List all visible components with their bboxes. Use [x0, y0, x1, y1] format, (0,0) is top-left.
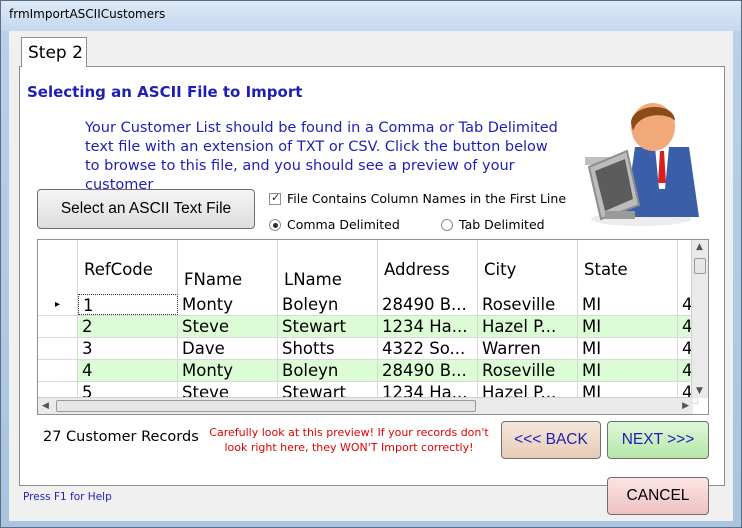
back-button[interactable]: <<< BACK [501, 421, 601, 459]
column-names-checkbox-row[interactable]: File Contains Column Names in the First … [269, 191, 566, 206]
tab-step-2[interactable]: Step 2 [21, 37, 87, 67]
table-row[interactable]: 3 Dave Shotts 4322 So... Warren MI 4 [38, 338, 698, 360]
table-cell[interactable]: Warren [478, 338, 578, 359]
vertical-scrollbar[interactable]: ▲ ▼ [691, 240, 708, 398]
grid-body: ▸ 1 Monty Boleyn 28490 B... Roseville MI… [38, 294, 698, 404]
table-row[interactable]: ▸ 1 Monty Boleyn 28490 B... Roseville MI… [38, 294, 698, 316]
current-row-marker: ▸ [38, 294, 78, 315]
table-cell[interactable]: Dave [178, 338, 278, 359]
table-cell[interactable]: MI [578, 294, 678, 315]
row-header-corner [38, 240, 78, 294]
preview-warning: Carefully look at this preview! If your … [209, 426, 489, 454]
window-title: frmImportASCIICustomers [9, 7, 166, 21]
client-area: Step 2 Selecting an ASCII File to Import… [9, 31, 733, 521]
row-header [38, 338, 78, 359]
preview-grid[interactable]: RefCode FName LName Address City State ▸… [37, 239, 709, 415]
next-button[interactable]: NEXT >>> [607, 421, 709, 459]
title-bar[interactable]: frmImportASCIICustomers [1, 1, 741, 31]
table-cell[interactable]: Stewart [278, 316, 378, 337]
col-header-city[interactable]: City [478, 240, 578, 294]
table-cell[interactable]: 28490 B... [378, 360, 478, 381]
table-cell[interactable]: Roseville [478, 360, 578, 381]
table-cell[interactable]: 2 [78, 316, 178, 337]
row-header [38, 316, 78, 337]
table-cell[interactable]: MI [578, 338, 678, 359]
col-header-lname[interactable]: LName [278, 240, 378, 294]
table-cell[interactable]: 1234 Ha... [378, 316, 478, 337]
table-cell[interactable]: 3 [78, 338, 178, 359]
table-cell[interactable]: Boleyn [278, 360, 378, 381]
table-cell[interactable]: MI [578, 316, 678, 337]
scroll-left-icon[interactable]: ◀ [42, 401, 49, 411]
horizontal-scroll-thumb[interactable] [56, 400, 476, 412]
scroll-up-icon[interactable]: ▲ [696, 242, 703, 252]
table-cell[interactable]: 4322 So... [378, 338, 478, 359]
comma-label: Comma Delimited [287, 217, 400, 232]
import-window: frmImportASCIICustomers Step 2 Selecting… [0, 0, 742, 528]
instructions-text: Your Customer List should be found in a … [85, 120, 558, 193]
tab-delimited-option[interactable]: Tab Delimited [441, 217, 545, 232]
table-cell[interactable]: Boleyn [278, 294, 378, 315]
help-hint: Press F1 for Help [23, 491, 112, 503]
table-cell[interactable]: Monty [178, 294, 278, 315]
col-header-refcode[interactable]: RefCode [78, 240, 178, 294]
comma-radio[interactable] [269, 219, 281, 231]
cancel-button[interactable]: CANCEL [607, 477, 709, 515]
select-file-button[interactable]: Select an ASCII Text File [37, 189, 255, 229]
tab-label: Tab Delimited [459, 217, 545, 232]
scroll-right-icon[interactable]: ▶ [682, 401, 689, 411]
table-cell[interactable]: Steve [178, 316, 278, 337]
horizontal-scrollbar[interactable]: ◀ ▶ [38, 397, 693, 414]
tab-radio[interactable] [441, 219, 453, 231]
grid-header: RefCode FName LName Address City State [38, 240, 678, 294]
table-row[interactable]: 2 Steve Stewart 1234 Ha... Hazel P... MI… [38, 316, 698, 338]
table-cell[interactable]: Shotts [278, 338, 378, 359]
col-header-state[interactable]: State [578, 240, 678, 294]
table-cell[interactable]: 1 [78, 294, 178, 315]
column-names-label: File Contains Column Names in the First … [287, 191, 567, 206]
page-heading: Selecting an ASCII File to Import [27, 83, 303, 101]
user-at-computer-icon [585, 103, 699, 226]
table-cell[interactable]: Monty [178, 360, 278, 381]
table-cell[interactable]: Roseville [478, 294, 578, 315]
table-row[interactable]: 4 Monty Boleyn 28490 B... Roseville MI 4 [38, 360, 698, 382]
row-header [38, 360, 78, 381]
col-header-address[interactable]: Address [378, 240, 478, 294]
table-cell[interactable]: MI [578, 360, 678, 381]
comma-delimited-option[interactable]: Comma Delimited [269, 217, 400, 232]
table-cell[interactable]: 4 [78, 360, 178, 381]
table-cell[interactable]: 28490 B... [378, 294, 478, 315]
column-names-checkbox[interactable] [269, 191, 281, 205]
scroll-down-icon[interactable]: ▼ [696, 386, 703, 396]
table-cell[interactable]: Hazel P... [478, 316, 578, 337]
vertical-scroll-thumb[interactable] [694, 258, 706, 274]
record-count: 27 Customer Records [43, 429, 199, 445]
col-header-fname[interactable]: FName [178, 240, 278, 294]
